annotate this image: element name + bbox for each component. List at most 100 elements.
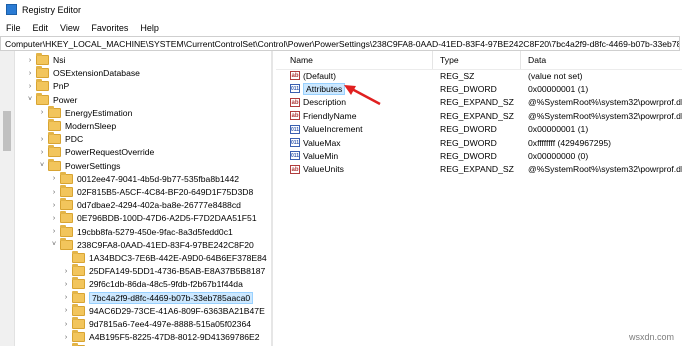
menu-edit[interactable]: Edit bbox=[27, 23, 55, 33]
value-name: ValueUnits bbox=[303, 164, 344, 175]
menu-help[interactable]: Help bbox=[134, 23, 165, 33]
chevron-right-icon[interactable]: › bbox=[38, 149, 46, 156]
column-header-name[interactable]: Name bbox=[290, 55, 313, 65]
menu-favorites[interactable]: Favorites bbox=[85, 23, 134, 33]
folder-icon bbox=[72, 330, 85, 343]
chevron-down-icon[interactable]: ˅ bbox=[26, 96, 34, 103]
chevron-right-icon[interactable]: › bbox=[26, 83, 34, 90]
folder-icon bbox=[72, 251, 85, 263]
tree-item-label: 238C9FA8-0AAD-41ED-83F4-97BE242C8F20 bbox=[77, 239, 254, 250]
chevron-right-icon[interactable]: › bbox=[50, 215, 58, 222]
tree-item-label: 29f6c1db-86da-48c5-9fdb-f2b67b1f44da bbox=[89, 279, 243, 290]
value-row[interactable]: 011 ValueMax REG_DWORD 0xffffffff (42949672… bbox=[276, 136, 682, 149]
tree-item-label: 19cbb8fa-5279-450e-9fac-8a3d5fedd0c1 bbox=[77, 226, 233, 237]
tree-item-label: 94AC6D29-73CE-41A6-809F-6363BA21B47E bbox=[89, 305, 265, 316]
tree-item-label: 0012ee47-9041-4b5d-9b77-535fba8b1442 bbox=[77, 173, 239, 184]
value-row[interactable]: ab Description REG_EXPAND_SZ @%SystemRoot%\… bbox=[276, 96, 682, 109]
tree-item-label: EnergyEstimation bbox=[65, 107, 133, 118]
column-divider[interactable] bbox=[520, 51, 521, 69]
chevron-right-icon[interactable]: › bbox=[38, 109, 46, 116]
string-value-icon: ab bbox=[290, 164, 300, 174]
value-name: FriendlyName bbox=[303, 110, 357, 121]
value-name: ValueMin bbox=[303, 150, 339, 161]
value-row[interactable]: ab (Default) REG_SZ (value not set) bbox=[276, 69, 682, 82]
chevron-right-icon[interactable]: › bbox=[62, 281, 70, 288]
chevron-down-icon[interactable]: ˅ bbox=[50, 241, 58, 248]
chevron-right-icon[interactable]: › bbox=[62, 321, 70, 328]
folder-icon bbox=[72, 317, 85, 329]
folder-icon bbox=[48, 132, 61, 145]
tree-scroll-thumb[interactable] bbox=[3, 111, 11, 151]
value-data: @%SystemRoot%\system32\powrprof.dll, bbox=[528, 164, 682, 175]
menu-view[interactable]: View bbox=[54, 23, 85, 33]
tree-item-label: 25DFA149-5DD1-4736-B5AB-E8A37B5B8187 bbox=[89, 266, 266, 277]
value-name: ValueMax bbox=[303, 137, 341, 148]
tree-item-label: PDC bbox=[65, 134, 84, 145]
folder-icon bbox=[60, 171, 73, 184]
value-row[interactable]: ab ValueUnits REG_EXPAND_SZ @%SystemRoot%\s… bbox=[276, 163, 682, 176]
tree-item-label: 9d7815a6-7ee4-497e-8888-515a05f02364 bbox=[89, 319, 251, 329]
tree-item-label: 1A34BDC3-7E6B-442E-A9D0-64B6EF378E84 bbox=[89, 253, 267, 263]
value-row[interactable]: 011 ValueMin REG_DWORD 0x00000000 (0) bbox=[276, 149, 682, 162]
value-type: REG_DWORD bbox=[440, 83, 497, 94]
value-data: 0x00000001 (1) bbox=[528, 124, 589, 135]
tree-item-label: ModernSleep bbox=[65, 121, 117, 131]
chevron-right-icon[interactable]: › bbox=[50, 189, 58, 196]
value-name: Attributes bbox=[303, 82, 346, 95]
column-divider[interactable] bbox=[432, 51, 433, 69]
string-value-icon: ab bbox=[290, 97, 300, 107]
chevron-right-icon[interactable]: › bbox=[26, 70, 34, 77]
tree-item-label: 0d7dbae2-4294-402a-ba8e-26777e8488cd bbox=[77, 200, 241, 211]
column-header-type[interactable]: Type bbox=[440, 55, 459, 65]
folder-icon bbox=[72, 277, 85, 290]
value-data: (value not set) bbox=[528, 70, 583, 81]
binary-value-icon: 011 bbox=[290, 84, 300, 94]
value-row[interactable]: 011 Attributes REG_DWORD 0x00000001 (1) bbox=[276, 82, 682, 95]
value-type: REG_DWORD bbox=[440, 150, 497, 161]
folder-icon bbox=[60, 198, 73, 211]
watermark: wsxdn.com bbox=[628, 332, 674, 342]
tree-item-label: PowerRequestOverride bbox=[65, 147, 155, 158]
address-bar[interactable]: Computer\HKEY_LOCAL_MACHINE\SYSTEM\Curre… bbox=[0, 36, 680, 51]
folder-icon bbox=[36, 79, 49, 92]
folder-icon bbox=[60, 211, 73, 224]
binary-value-icon: 011 bbox=[290, 151, 300, 161]
tree-item-label: A4B195F5-8225-47D8-8012-9D41369786E2 bbox=[89, 332, 260, 343]
tree-item-label: PowerSettings bbox=[65, 160, 121, 171]
tree-item[interactable]: ›abfc2519-3608-4c2a-94ea-171b0ed546ab bbox=[62, 342, 250, 346]
value-name: ValueIncrement bbox=[303, 124, 363, 135]
menu-bar: File Edit View Favorites Help bbox=[0, 19, 682, 36]
tree-item-label: 7bc4a2f9-d8fc-4469-b07b-33eb785aaca0 bbox=[89, 291, 254, 304]
chevron-right-icon[interactable]: › bbox=[50, 228, 58, 235]
string-value-icon: ab bbox=[290, 71, 300, 80]
folder-icon bbox=[60, 224, 73, 237]
chevron-right-icon[interactable]: › bbox=[62, 294, 70, 301]
tree-scrollbar[interactable] bbox=[0, 51, 15, 346]
value-row[interactable]: 011 ValueIncrement REG_DWORD 0x00000001 (1) bbox=[276, 123, 682, 136]
values-list: Name Type Data ab (Default) REG_SZ (value n… bbox=[276, 51, 682, 346]
value-data: 0x00000001 (1) bbox=[528, 83, 589, 94]
menu-file[interactable]: File bbox=[0, 23, 27, 33]
column-header-data[interactable]: Data bbox=[528, 55, 546, 65]
folder-icon bbox=[48, 119, 61, 131]
tree-item-label: 0E796BDB-100D-47D6-A2D5-F7D2DAA51F51 bbox=[77, 213, 257, 224]
value-type: REG_EXPAND_SZ bbox=[440, 97, 514, 108]
title-bar: Registry Editor bbox=[0, 0, 682, 20]
value-data: @%SystemRoot%\system32\powrprof.dll, bbox=[528, 97, 682, 108]
chevron-right-icon[interactable]: › bbox=[50, 202, 58, 209]
binary-value-icon: 011 bbox=[290, 124, 300, 134]
chevron-right-icon[interactable]: › bbox=[62, 268, 70, 275]
value-row[interactable]: ab FriendlyName REG_EXPAND_SZ @%SystemRoot%… bbox=[276, 109, 682, 122]
chevron-right-icon[interactable]: › bbox=[26, 57, 34, 64]
chevron-down-icon[interactable]: ˅ bbox=[38, 162, 46, 169]
chevron-right-icon[interactable]: › bbox=[62, 307, 70, 314]
value-type: REG_SZ bbox=[440, 70, 475, 81]
value-type: REG_DWORD bbox=[440, 137, 497, 148]
chevron-right-icon[interactable]: › bbox=[62, 334, 70, 341]
value-type: REG_DWORD bbox=[440, 124, 497, 135]
folder-icon bbox=[36, 53, 49, 65]
tree-item-label: 02F815B5-A5CF-4C84-BF20-649D1F75D3D8 bbox=[77, 187, 254, 197]
chevron-right-icon[interactable]: › bbox=[50, 175, 58, 182]
chevron-right-icon[interactable]: › bbox=[38, 136, 46, 143]
folder-icon bbox=[72, 303, 85, 316]
